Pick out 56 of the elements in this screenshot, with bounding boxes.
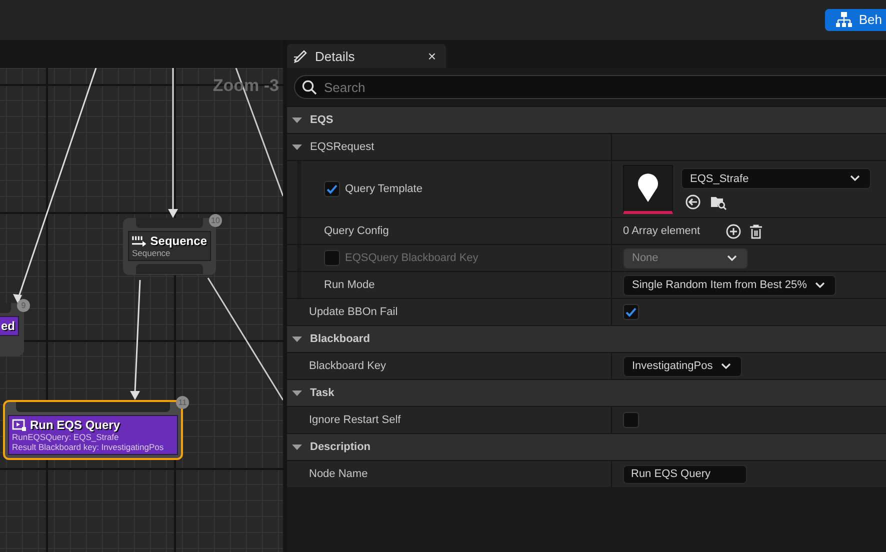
checkbox[interactable] (324, 181, 340, 197)
map-pin-icon (637, 173, 659, 203)
text-field[interactable]: Run EQS Query (623, 464, 747, 484)
node-title: Sequence (150, 234, 207, 248)
property-label: Ignore Restart Self (309, 414, 401, 426)
chevron-icon (814, 282, 825, 288)
caret-icon[interactable] (292, 142, 302, 152)
node-subtitle: Sequence (132, 248, 172, 258)
node-subtitle: RunEQSQuery: EQS_Strafe (12, 432, 120, 442)
caret-icon[interactable] (292, 115, 302, 125)
trash-icon[interactable] (749, 224, 764, 238)
dropdown[interactable]: Single Random Item from Best 25% (623, 274, 836, 296)
section-title: Description (310, 441, 371, 453)
property-label: Node Name (309, 468, 368, 480)
asset-dropdown[interactable]: EQS_Strafe (681, 168, 871, 189)
checkbox[interactable] (623, 412, 639, 428)
section-title: Blackboard (310, 333, 370, 345)
property-label: Query Config (324, 225, 389, 237)
property-label: Blackboard Key (309, 360, 386, 372)
caret-icon[interactable] (292, 442, 302, 452)
section-title: Task (310, 387, 334, 399)
section-header[interactable]: Task (287, 379, 886, 406)
property-label: Run Mode (324, 279, 375, 291)
search-field[interactable]: Search (294, 75, 886, 99)
caret-icon[interactable] (292, 334, 302, 344)
chevron-icon (727, 254, 737, 262)
node-title: Run EQS Query (30, 418, 120, 432)
property-label: Update BBOn Fail (309, 306, 398, 318)
browse-folder-icon[interactable] (710, 194, 727, 210)
section-title: EQS (310, 114, 334, 126)
node-title: ed (0, 319, 15, 333)
hierarchy-icon (834, 10, 853, 28)
sequence-icon (132, 236, 146, 246)
behavior-tree-button[interactable]: Beh (824, 8, 886, 30)
use-selected-icon[interactable] (685, 194, 701, 210)
task-icon (12, 419, 26, 431)
dropdown[interactable]: InvestigatingPos (623, 356, 742, 376)
search-icon (302, 80, 317, 95)
section-header[interactable]: EQS (287, 106, 886, 133)
chevron-icon (720, 362, 731, 370)
pencil-icon (293, 48, 309, 64)
tab-label: Details (315, 48, 356, 64)
section-header[interactable]: Description (287, 433, 886, 460)
details-tab[interactable]: Details × (287, 44, 446, 68)
chevron-icon (850, 175, 860, 182)
add-icon[interactable] (726, 224, 742, 238)
array-count: 0 Array element (623, 225, 700, 237)
checkbox[interactable] (623, 304, 639, 320)
caret-icon[interactable] (292, 388, 302, 398)
asset-thumbnail[interactable] (623, 164, 673, 214)
section-header[interactable]: Blackboard (287, 325, 886, 352)
property-label: EQSQuery Blackboard Key (345, 252, 478, 264)
close-button[interactable]: × (424, 48, 440, 64)
group-label: EQSRequest (310, 141, 374, 153)
node-subtitle: Result Blackboard key: InvestigatingPos (12, 442, 165, 452)
property-label: Query Template (345, 183, 422, 195)
